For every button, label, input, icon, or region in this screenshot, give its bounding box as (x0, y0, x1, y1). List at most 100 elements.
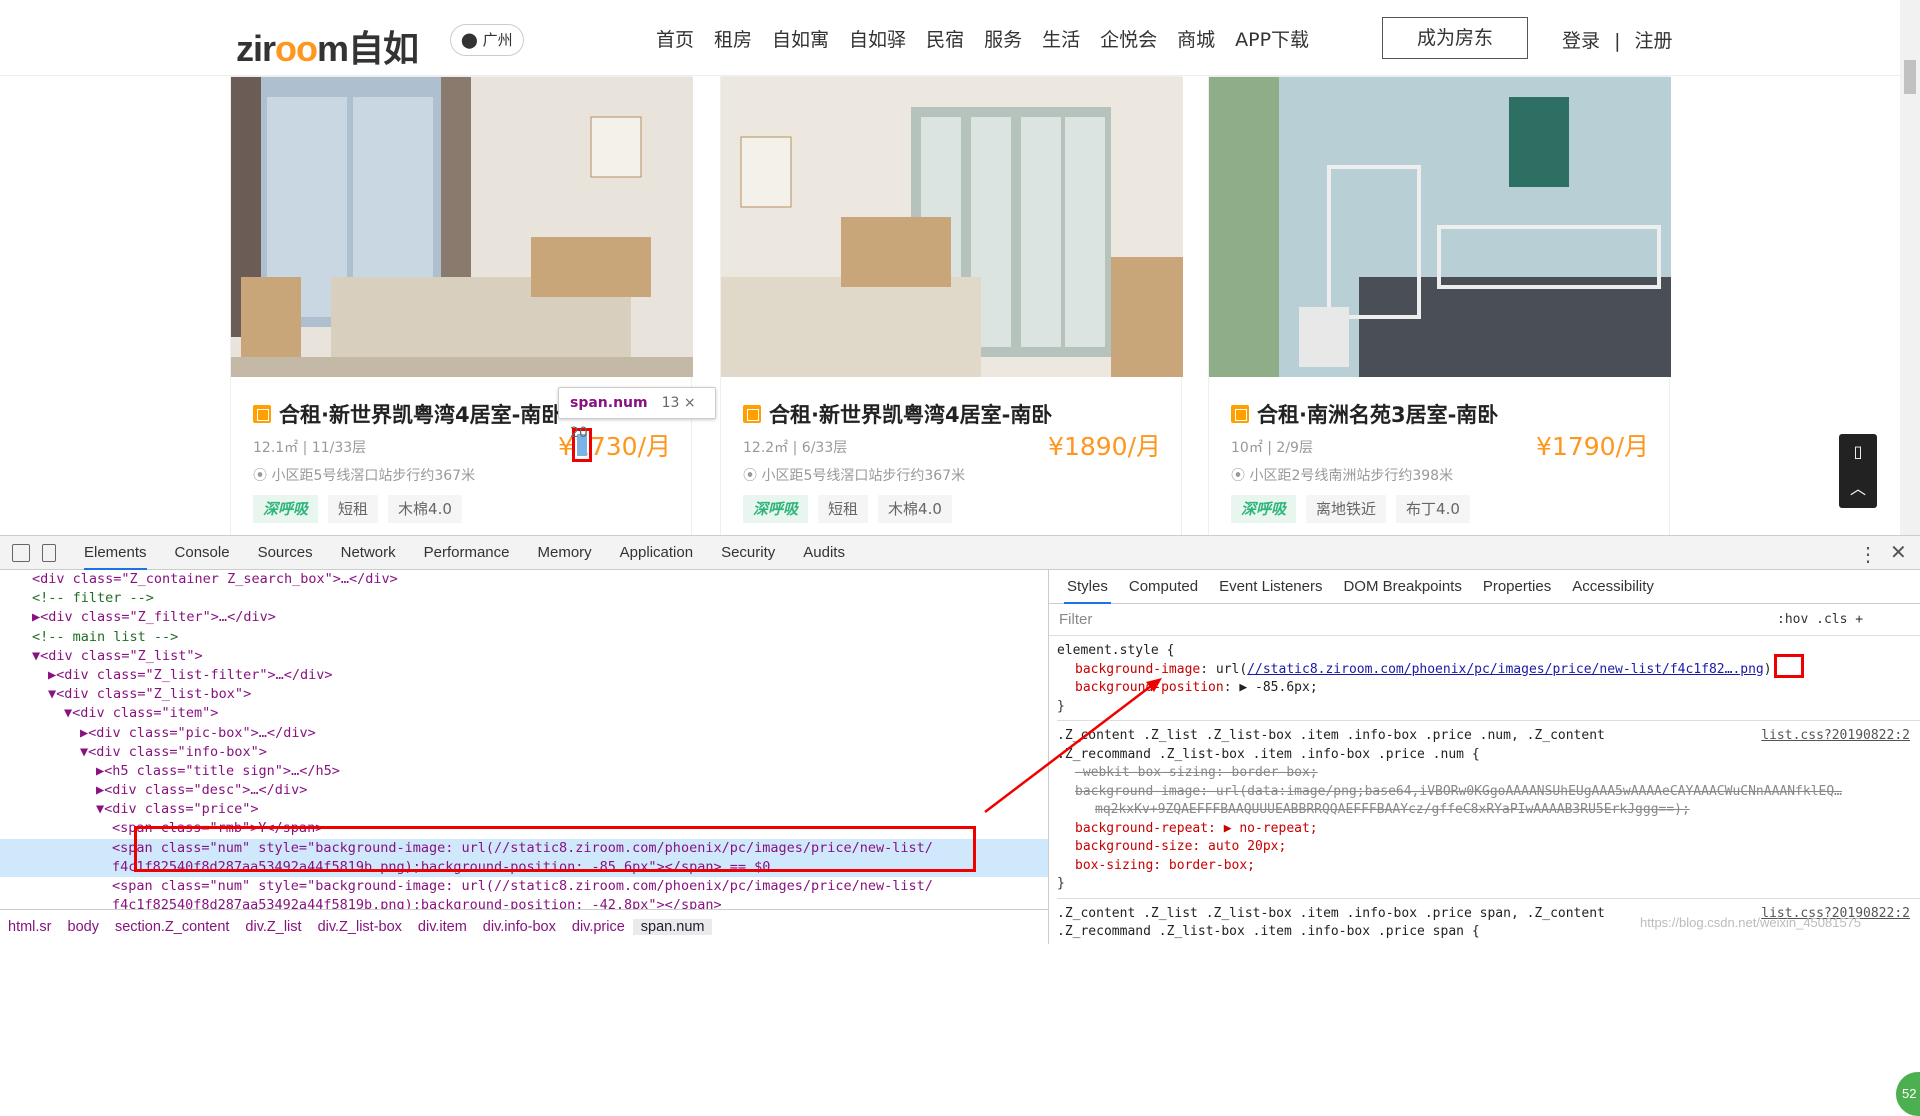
css-declaration[interactable]: background-repeat: ▶ no-repeat; (1057, 820, 1920, 839)
room-photo[interactable] (231, 77, 693, 377)
css-property[interactable]: background-position (1075, 680, 1224, 695)
coupon-sign-icon (1231, 405, 1249, 423)
rule-close: } (1057, 876, 1065, 891)
back-to-top-icon[interactable]: ︿ (1839, 475, 1877, 499)
dom-comment-line[interactable]: <!-- filter --> (0, 589, 1048, 608)
tab-sources[interactable]: Sources (258, 536, 313, 570)
nav-item[interactable]: 服务 (984, 25, 1022, 52)
styles-filter-input[interactable]: Filter :hov .cls + (1049, 604, 1920, 636)
dom-node-line[interactable]: ▼<div class="item"> (0, 704, 1048, 723)
nav-item[interactable]: 商城 (1177, 25, 1215, 52)
pin-icon: ⦿ (253, 468, 272, 484)
listing-title[interactable]: 合租·新世界凯粤湾4居室-南卧 (253, 399, 562, 429)
rule-selector: .Z_content .Z_list .Z_list-box .item .in… (1057, 905, 1605, 921)
room-photo-image (231, 77, 693, 377)
room-photo[interactable] (721, 77, 1183, 377)
css-property[interactable]: background-image (1075, 662, 1200, 677)
nav-item[interactable]: 民宿 (926, 25, 964, 52)
nav-item[interactable]: 自如驿 (849, 25, 906, 52)
close-icon[interactable]: ✕ (1890, 540, 1907, 565)
scrollbar-thumb[interactable] (1904, 60, 1916, 94)
nav-item[interactable]: 企悦会 (1100, 25, 1157, 52)
dom-node-line[interactable]: ▼<div class="info-box"> (0, 743, 1048, 762)
dom-node-line[interactable]: ▶<div class="pic-box">…</div> (0, 724, 1048, 743)
dom-node-line[interactable]: f4c1f82540f8d287aa53492a44f5819b.png);ba… (0, 896, 1048, 909)
dom-node-line[interactable]: ▼<div class="Z_list-box"> (0, 685, 1048, 704)
css-declaration[interactable]: box-sizing: border-box; (1057, 857, 1920, 876)
breadcrumb-item[interactable]: html.sr (0, 919, 60, 935)
page-scrollbar[interactable] (1900, 0, 1920, 535)
pin-icon: ⦿ (1231, 468, 1250, 484)
breadcrumb-item[interactable]: div.price (564, 919, 633, 935)
tab-accessibility[interactable]: Accessibility (1569, 570, 1657, 604)
dom-node-line[interactable]: ▶<div class="Z_list-filter">…</div> (0, 666, 1048, 685)
breadcrumb-item[interactable]: div.Z_list (237, 919, 309, 935)
tab-application[interactable]: Application (620, 536, 693, 570)
login-link[interactable]: 登录 (1562, 30, 1600, 52)
dom-comment-line[interactable]: <!-- main list --> (0, 628, 1048, 647)
listing-card[interactable]: 合租·南洲名苑3居室-南卧 10㎡ | 2/9层 ⦿ 小区距2号线南洲站步行约3… (1208, 76, 1671, 535)
dom-node-line[interactable]: ▶<div class="desc">…</div> (0, 781, 1048, 800)
more-options-icon[interactable]: ⋮ (1858, 542, 1878, 567)
device-toggle-icon[interactable] (42, 543, 56, 562)
dom-node-line[interactable]: ▼<div class="Z_list"> (0, 647, 1048, 666)
tab-styles[interactable]: Styles (1064, 570, 1111, 604)
css-declaration-overridden[interactable]: mq2kxKv+9ZQAEFFFBAAQUUUEABBRRQQAEFFFBAAY… (1057, 801, 1920, 820)
tab-memory[interactable]: Memory (538, 536, 592, 570)
selected-node-annotation (134, 826, 976, 872)
tab-performance[interactable]: Performance (424, 536, 510, 570)
city-selector[interactable]: ⬤ 广州 (450, 24, 524, 56)
tab-event-listeners[interactable]: Event Listeners (1216, 570, 1325, 604)
dom-node-line[interactable]: <span class="num" style="background-imag… (0, 877, 1048, 896)
dom-node-line[interactable]: <div class="Z_container Z_search_box">…<… (0, 570, 1048, 589)
nav-item[interactable]: 自如寓 (772, 25, 829, 52)
css-value[interactable]: ▶ -85.6px; (1239, 680, 1317, 695)
tab-elements[interactable]: Elements (84, 536, 147, 570)
pin-icon: ⦿ (743, 468, 762, 484)
listing-card[interactable]: 合租·新世界凯粤湾4居室-南卧 12.2㎡ | 6/33层 ⦿ 小区距5号线滘口… (720, 76, 1183, 535)
background-image-url-link[interactable]: //static8.ziroom.com/phoenix/pc/images/p… (1247, 662, 1764, 677)
breadcrumb-item[interactable]: div.Z_list-box (310, 919, 410, 935)
nav-item[interactable]: 租房 (714, 25, 752, 52)
styles-tabs: Styles Computed Event Listeners DOM Brea… (1049, 570, 1920, 604)
css-declaration[interactable]: background-size: auto 20px; (1057, 838, 1920, 857)
breadcrumb-item[interactable]: body (60, 919, 107, 935)
nav-item[interactable]: 生活 (1042, 25, 1080, 52)
inspect-icon[interactable] (12, 543, 30, 562)
listing-title[interactable]: 合租·新世界凯粤湾4居室-南卧 (743, 399, 1052, 429)
filter-options[interactable]: :hov .cls + (1777, 604, 1863, 636)
breadcrumb-item[interactable]: section.Z_content (107, 919, 237, 935)
dom-line-text: ▶<div class="Z_filter">…</div> (32, 609, 276, 626)
register-link[interactable]: 注册 (1635, 30, 1673, 52)
tab-audits[interactable]: Audits (803, 536, 845, 570)
nav-item[interactable]: APP下载 (1235, 25, 1309, 52)
css-declaration-overridden[interactable]: background-image: url(data:image/png;bas… (1057, 783, 1920, 802)
stylesheet-source-link[interactable]: list.css?20190822:2 (1761, 727, 1910, 746)
breadcrumb-item-selected[interactable]: span.num (632, 919, 713, 935)
breadcrumb-item[interactable]: div.info-box (475, 919, 564, 935)
tab-computed[interactable]: Computed (1126, 570, 1201, 604)
css-rule-element-style: element.style { background-image: url(//… (1057, 636, 1920, 721)
location-text: 小区距5号线滘口站步行约367米 (271, 468, 476, 484)
ziroom-logo[interactable]: ziroom自如 (236, 20, 419, 72)
nav-item[interactable]: 首页 (656, 25, 694, 52)
dom-node-line[interactable]: ▶<div class="Z_filter">…</div> (0, 608, 1048, 627)
tab-properties[interactable]: Properties (1480, 570, 1554, 604)
listing-card[interactable]: 合租·新世界凯粤湾4居室-南卧 12.1㎡ | 11/33层 ⦿ 小区距5号线滘… (230, 76, 693, 535)
dom-node-line[interactable]: ▶<h5 class="title sign">…</h5> (0, 762, 1048, 781)
breadcrumb-item[interactable]: div.item (410, 919, 475, 935)
tag: 离地铁近 (1306, 495, 1387, 523)
tab-dom-breakpoints[interactable]: DOM Breakpoints (1340, 570, 1464, 604)
room-photo[interactable] (1209, 77, 1671, 377)
tab-console[interactable]: Console (175, 536, 230, 570)
extension-badge[interactable]: 52 (1896, 1072, 1920, 1116)
document-icon[interactable]: ▯ (1839, 442, 1877, 461)
tag: 布丁4.0 (1396, 495, 1470, 523)
become-landlord-button[interactable]: 成为房东 (1382, 17, 1528, 59)
tab-network[interactable]: Network (341, 536, 396, 570)
room-photo-image (1209, 77, 1671, 377)
tab-security[interactable]: Security (721, 536, 775, 570)
listing-title[interactable]: 合租·南洲名苑3居室-南卧 (1231, 399, 1498, 429)
css-declaration-overridden[interactable]: -webkit-box-sizing: border-box; (1057, 764, 1920, 783)
dom-node-line[interactable]: ▼<div class="price"> (0, 800, 1048, 819)
